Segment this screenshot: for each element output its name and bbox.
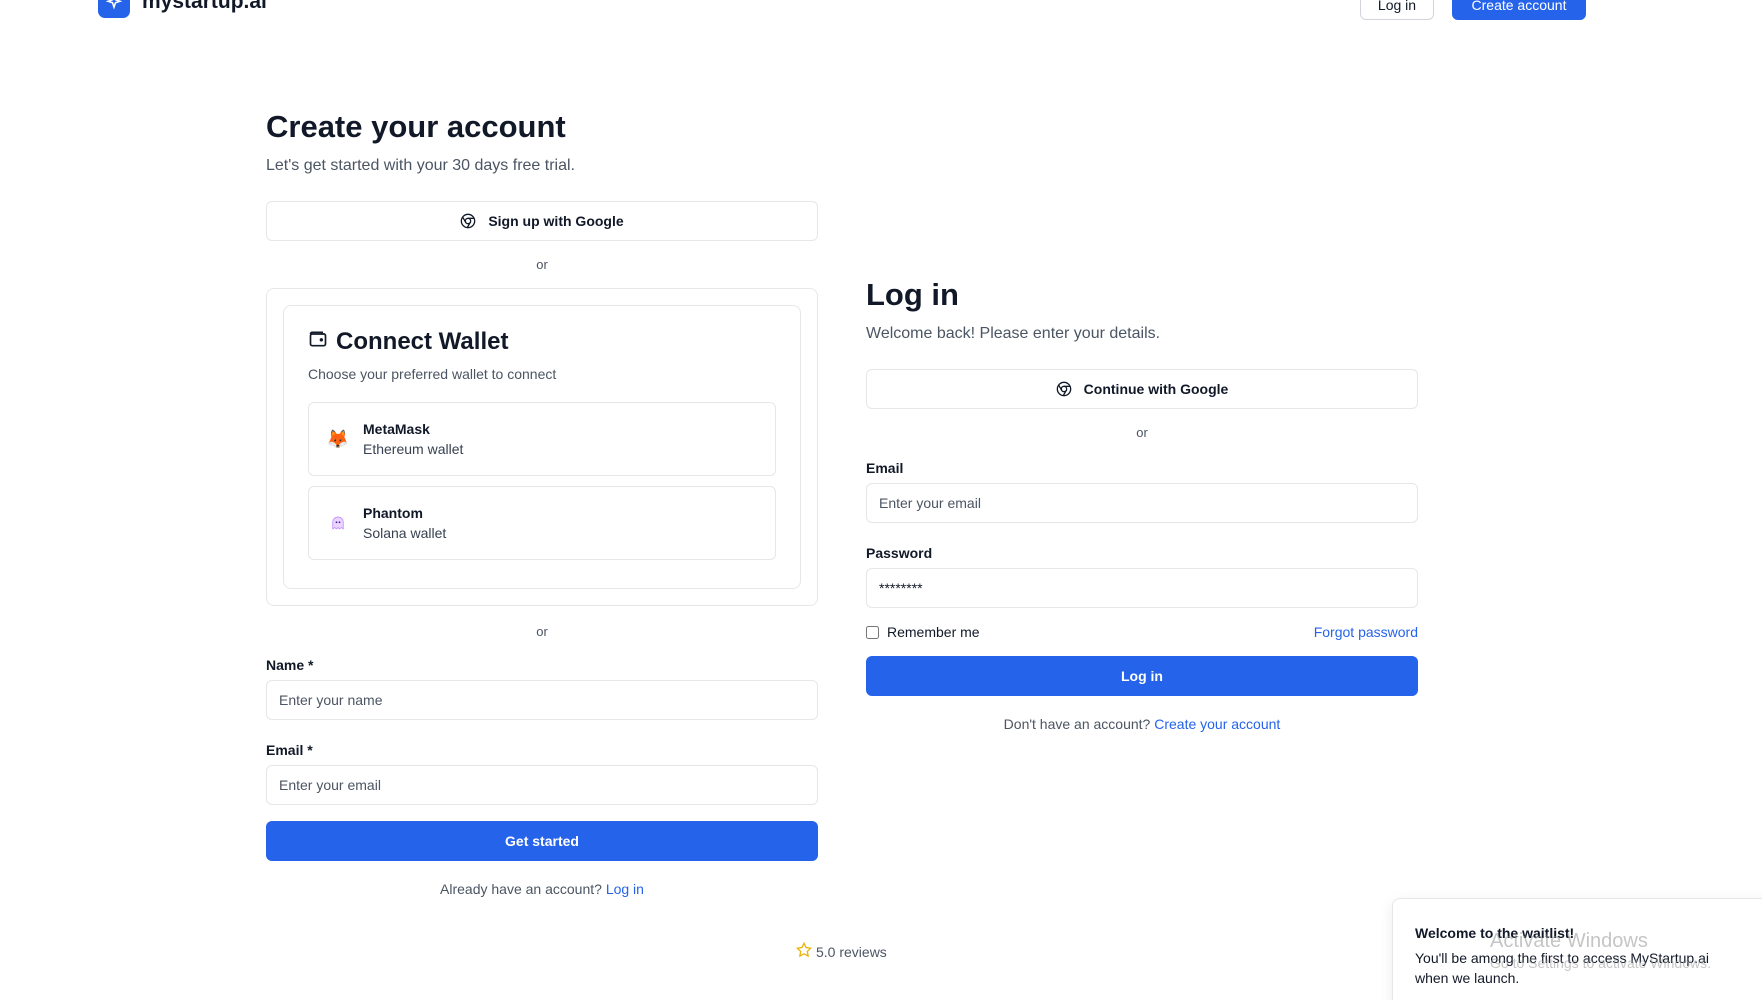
- wallet-desc: Ethereum wallet: [363, 441, 464, 458]
- wallet-title: Connect Wallet: [308, 328, 776, 356]
- chrome-icon: [1056, 381, 1072, 397]
- signup-title: Create your account: [266, 109, 566, 144]
- wallet-card-inner: Connect Wallet Choose your preferred wal…: [283, 305, 801, 590]
- remember-me-checkbox[interactable]: [866, 625, 879, 639]
- reviews-text: 5.0 reviews: [816, 943, 887, 960]
- wallet-name: Phantom: [363, 505, 423, 522]
- login-submit-button[interactable]: Log in: [866, 656, 1418, 697]
- chrome-icon: [460, 213, 476, 229]
- wallet-name: MetaMask: [363, 421, 430, 438]
- login-email-label: Email: [866, 460, 904, 477]
- header-create-account-button[interactable]: Create account: [1452, 0, 1586, 20]
- password-label: Password: [866, 545, 933, 562]
- login-email-input[interactable]: [866, 483, 1418, 524]
- brand-name: mystartup.ai: [142, 0, 267, 13]
- brand-logo[interactable]: mystartup.ai: [98, 0, 267, 18]
- wallet-title-text: Connect Wallet: [336, 328, 509, 356]
- sparkle-icon: [98, 0, 130, 18]
- wallet-card: Connect Wallet Choose your preferred wal…: [266, 288, 818, 607]
- google-signup-label: Sign up with Google: [488, 213, 624, 230]
- fox-icon: 🦊: [326, 428, 350, 449]
- signup-footer: Already have an account? Log in: [266, 881, 818, 897]
- page: mystartup.ai Log in Create account Creat…: [0, 0, 1762, 1000]
- remember-row: Remember me Forgot password: [866, 624, 1418, 640]
- login-link[interactable]: Log in: [606, 881, 644, 897]
- google-signup-button[interactable]: Sign up with Google: [266, 201, 818, 242]
- wallet-option-phantom[interactable]: Phantom Solana wallet: [308, 486, 776, 561]
- or-divider: or: [1136, 425, 1148, 441]
- ghost-icon: [327, 512, 349, 534]
- wallet-subtitle: Choose your preferred wallet to connect: [308, 366, 557, 383]
- signup-footer-text: Already have an account?: [440, 881, 602, 898]
- toast-body: You'll be among the first to access MySt…: [1415, 950, 1709, 986]
- login-subtitle: Welcome back! Please enter your details.: [866, 325, 1161, 343]
- wallet-icon: [308, 328, 328, 356]
- google-login-label: Continue with Google: [1083, 381, 1229, 398]
- star-icon: [795, 941, 813, 961]
- wallet-option-metamask[interactable]: 🦊 MetaMask Ethereum wallet: [308, 402, 776, 477]
- or-divider: or: [536, 624, 548, 640]
- get-started-button[interactable]: Get started: [266, 821, 818, 862]
- create-account-link[interactable]: Create your account: [1154, 716, 1280, 732]
- wallet-desc: Solana wallet: [363, 525, 447, 542]
- remember-me-label: Remember me: [887, 624, 980, 641]
- google-login-button[interactable]: Continue with Google: [866, 369, 1418, 410]
- name-label: Name *: [266, 657, 314, 674]
- login-section: Log in Welcome back! Please enter your d…: [866, 276, 1418, 732]
- remember-me[interactable]: Remember me: [866, 624, 980, 640]
- password-input[interactable]: [866, 568, 1418, 609]
- login-footer: Don't have an account? Create your accou…: [866, 716, 1418, 732]
- signup-section: Create your account Let's get started wi…: [266, 108, 818, 897]
- toast-title: Welcome to the waitlist!: [1415, 925, 1575, 941]
- name-input[interactable]: [266, 680, 818, 721]
- login-title: Log in: [866, 277, 959, 312]
- reviews: 5.0 reviews: [795, 941, 887, 961]
- login-footer-text: Don't have an account?: [1003, 716, 1151, 733]
- signup-email-input[interactable]: [266, 765, 818, 806]
- waitlist-toast: Welcome to the waitlist! You'll be among…: [1392, 898, 1762, 1000]
- forgot-password-link[interactable]: Forgot password: [1314, 624, 1418, 640]
- email-label: Email *: [266, 742, 313, 759]
- header-login-button[interactable]: Log in: [1360, 0, 1434, 20]
- or-divider: or: [536, 257, 548, 273]
- signup-subtitle: Let's get started with your 30 days free…: [266, 157, 575, 175]
